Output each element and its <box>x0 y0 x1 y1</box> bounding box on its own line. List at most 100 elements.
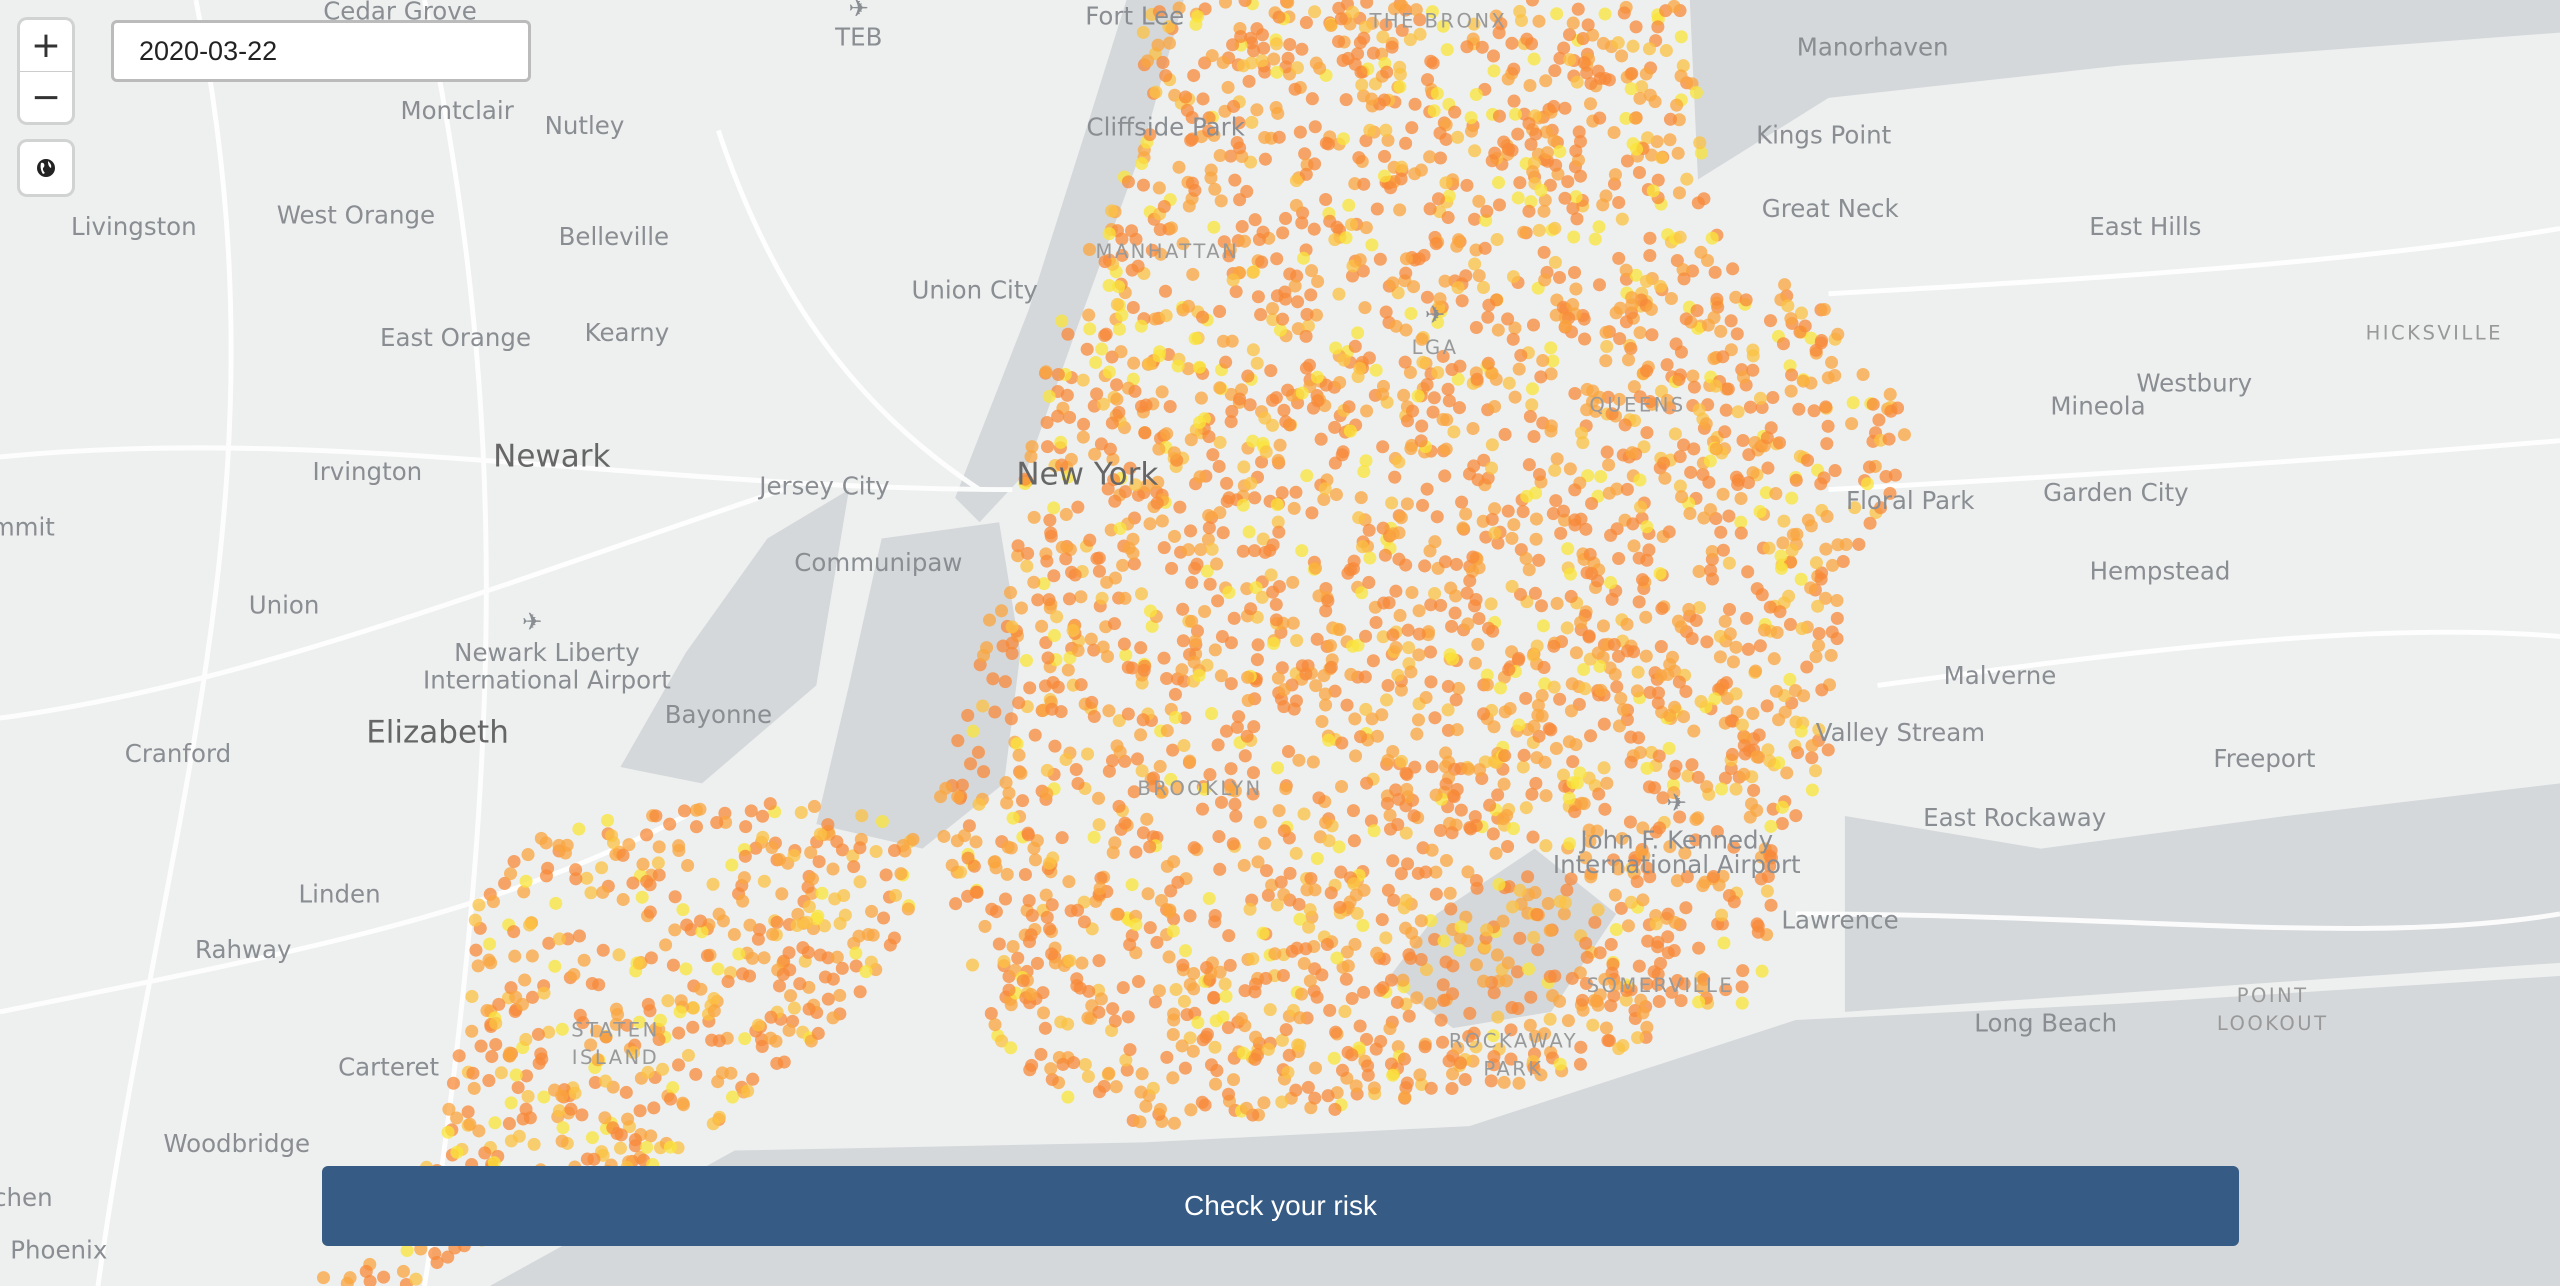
risk-dot <box>1166 924 1180 938</box>
risk-dot <box>1519 691 1533 705</box>
risk-dot <box>1550 452 1564 466</box>
risk-dot <box>1805 751 1819 765</box>
risk-dot <box>1213 149 1227 163</box>
check-risk-button[interactable]: Check your risk <box>322 1166 2239 1246</box>
risk-dot <box>782 946 796 960</box>
airplane-icon: ✈ <box>1666 788 1687 817</box>
risk-dot <box>1044 526 1058 540</box>
risk-dot <box>1442 1054 1456 1068</box>
risk-dot <box>1674 345 1688 359</box>
risk-dot <box>1246 434 1260 448</box>
risk-dot <box>1281 1065 1295 1079</box>
risk-dot <box>1263 1003 1277 1017</box>
risk-dot <box>482 1074 496 1088</box>
risk-dot <box>1749 664 1763 678</box>
risk-dot <box>1651 696 1665 710</box>
risk-dot <box>1377 596 1391 610</box>
risk-dot <box>1004 841 1018 855</box>
risk-dot <box>1716 543 1730 557</box>
risk-dot <box>633 1104 647 1118</box>
risk-dot <box>1034 1047 1048 1061</box>
risk-dot <box>706 877 720 891</box>
risk-dot <box>1354 491 1368 505</box>
risk-dot <box>738 849 752 863</box>
risk-dot <box>1397 388 1411 402</box>
risk-dot <box>1139 398 1153 412</box>
risk-dot <box>1251 290 1265 304</box>
risk-dot <box>1612 551 1626 566</box>
map[interactable]: Cedar GroveTEBFort Lee THE BRONXManorhave… <box>0 0 2560 1286</box>
risk-dot <box>1345 217 1359 232</box>
risk-dot <box>838 908 852 922</box>
date-input[interactable] <box>111 20 531 82</box>
risk-dot <box>1705 231 1719 245</box>
risk-dot <box>1469 958 1483 972</box>
risk-dot <box>652 840 666 854</box>
zoom-out-button[interactable]: − <box>20 72 72 123</box>
risk-dot <box>1392 792 1406 806</box>
zoom-in-button[interactable]: + <box>20 20 72 72</box>
risk-dot <box>1152 349 1166 363</box>
place-label: Phoenix <box>10 1235 107 1264</box>
risk-dot <box>744 804 758 818</box>
place-label: Freeport <box>2213 744 2316 773</box>
risk-dot <box>1169 983 1183 997</box>
risk-dot <box>1257 1096 1271 1110</box>
risk-dot <box>951 734 965 748</box>
risk-dot <box>1605 592 1619 606</box>
risk-dot <box>1021 828 1035 842</box>
risk-dot <box>1819 400 1833 414</box>
risk-dot <box>1376 440 1390 454</box>
risk-dot <box>676 903 690 917</box>
risk-dot <box>783 963 797 977</box>
risk-dot <box>1685 758 1699 772</box>
risk-dot <box>1399 266 1413 280</box>
risk-dot <box>1198 605 1212 619</box>
risk-dot <box>1358 301 1372 315</box>
risk-dot <box>1543 1012 1557 1026</box>
risk-dot <box>1451 130 1465 144</box>
risk-dot <box>813 827 827 841</box>
risk-dot <box>1329 1025 1343 1039</box>
risk-dot <box>1381 883 1395 897</box>
place-label: ROCKAWAY <box>1449 1030 1578 1053</box>
risk-dot <box>1505 579 1519 593</box>
risk-dot <box>1505 531 1519 545</box>
risk-dot <box>1270 252 1284 266</box>
risk-dot <box>1302 358 1316 372</box>
risk-dot <box>1099 327 1113 341</box>
risk-dot <box>1653 566 1667 581</box>
risk-dot <box>585 976 599 991</box>
risk-dot <box>1532 223 1546 237</box>
risk-dot <box>1812 638 1826 652</box>
risk-dot <box>1501 839 1515 854</box>
risk-dot <box>1866 397 1880 411</box>
risk-dot <box>1569 646 1583 660</box>
risk-dot <box>1573 1057 1587 1071</box>
risk-dot <box>1333 375 1347 389</box>
risk-dot <box>1188 634 1202 648</box>
place-label: Woodbridge <box>163 1129 310 1158</box>
risk-dot <box>1445 826 1459 840</box>
risk-dot <box>1460 178 1474 192</box>
airplane-icon: ✈ <box>1425 300 1446 329</box>
risk-dot <box>1427 104 1441 118</box>
risk-dot <box>1579 936 1593 950</box>
risk-dot <box>679 962 693 976</box>
risk-dot <box>1502 376 1516 390</box>
risk-dot <box>1083 322 1097 336</box>
risk-dot <box>1619 315 1633 329</box>
risk-dot <box>807 799 821 813</box>
risk-dot <box>1160 1050 1174 1064</box>
risk-dot <box>1175 663 1189 677</box>
risk-dot <box>813 948 827 962</box>
risk-dot <box>465 1024 479 1038</box>
risk-dot <box>1097 1079 1111 1093</box>
globe-button[interactable] <box>20 142 72 194</box>
risk-dot <box>1112 322 1126 336</box>
risk-dot <box>1102 365 1116 379</box>
risk-dot <box>826 1011 840 1025</box>
risk-dot <box>1109 1080 1123 1094</box>
risk-dot <box>1213 381 1227 395</box>
risk-dot <box>1322 834 1336 848</box>
